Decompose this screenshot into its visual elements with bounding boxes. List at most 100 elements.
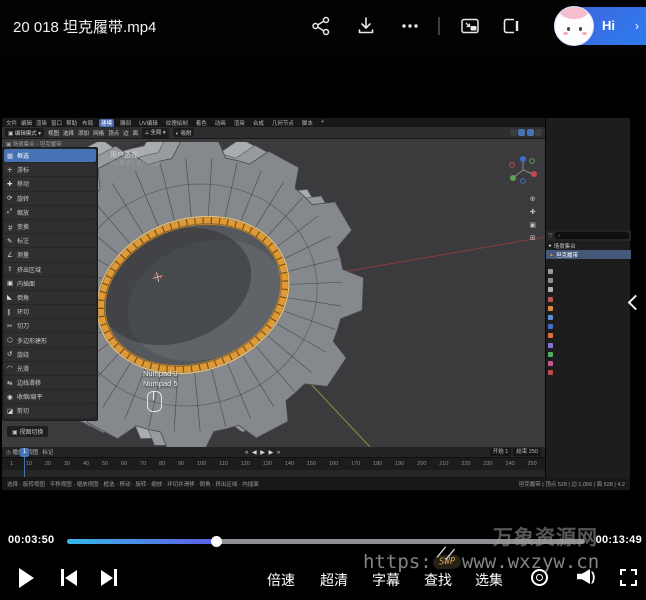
frame-tick-label: 230 <box>483 461 492 467</box>
share-icon[interactable] <box>310 15 332 37</box>
tool-item: ⟳ 旋转 <box>4 192 96 205</box>
subtitles-button[interactable]: 字幕 <box>372 570 400 590</box>
speed-button[interactable]: 倍速 <box>267 570 295 590</box>
player-controls: 倍速 超清 字幕 查找 选集 ) <box>0 558 646 600</box>
camera-view-icon: ▣ <box>529 221 536 229</box>
total-time: 00:13:49 <box>596 534 642 546</box>
mini-window-icon[interactable] <box>459 15 481 37</box>
outliner-collection-row: ▸ 场景集合 <box>546 241 631 250</box>
tool-item: ◉ 收缩/扁平 <box>4 390 96 403</box>
blender-left-column: ▣ 编辑模式 ▾ 视图选择添加网格顶点边面 ⟂ 全局 ▾ ◐ 吸附 <box>2 127 545 478</box>
speaker-wave: ) <box>591 569 595 584</box>
tool-label: 内插面 <box>17 279 35 288</box>
statusbar-stats: 坦克履带 | 顶点 528 | 边 1,056 | 面 528 | 4.2 <box>519 480 625 488</box>
tool-item: ↺ 旋绕 <box>4 348 96 361</box>
tool-label: 挤出区域 <box>17 265 41 274</box>
timeline-editor: ◷ 播放视图标记 « ◀ ▶ ▶ » 开始 1 结束 250 110203040… <box>2 447 545 477</box>
tool-icon: ▣ <box>7 279 14 287</box>
frame-tick-label: 10 <box>26 461 32 467</box>
view-perspective-label: 用户透视 (1) 集合 | 坦克履带 <box>110 151 160 169</box>
property-tab-icon <box>548 269 553 274</box>
viewport-menu-item: 添加 <box>78 129 89 137</box>
viewport-menu-item: 顶点 <box>108 129 119 137</box>
blender-right-panel: ▽ ⌕ ▸ 场景集合 ▲ 坦克履带 <box>545 118 630 490</box>
avatar[interactable] <box>554 6 594 46</box>
download-icon[interactable] <box>355 15 377 37</box>
next-button[interactable] <box>101 569 117 586</box>
frame-tick-label: 250 <box>527 461 536 467</box>
property-tab-icon <box>548 324 553 329</box>
tool-icon: ∥ <box>7 308 14 316</box>
tool-icon: ◠ <box>7 364 14 372</box>
tool-icon: ⬡ <box>7 336 14 344</box>
loop-record-icon[interactable] <box>531 569 548 586</box>
frame-tick-label: 40 <box>83 461 89 467</box>
episode-drawer-toggle[interactable] <box>628 295 644 311</box>
tool-icon: ✚ <box>7 180 14 188</box>
timeline-menus: ◷ 播放视图标记 <box>6 448 53 456</box>
more-options-icon[interactable] <box>399 15 421 37</box>
outliner-search-input: ⌕ <box>555 232 629 239</box>
player-top-bar: 20 018 坦克履带.mp4 <box>0 0 646 55</box>
tool-label: 旋绕 <box>17 350 29 359</box>
frame-tick-label: 240 <box>505 461 514 467</box>
tool-item: ✎ 标注 <box>4 234 96 247</box>
property-tab-icon <box>548 287 553 292</box>
tool-label: 环切 <box>17 307 29 316</box>
tool-label: 光滑 <box>17 364 29 373</box>
avatar-hood <box>559 6 589 19</box>
frame-tick-label: 120 <box>241 461 250 467</box>
tool-label: 变换 <box>17 222 29 231</box>
tool-icon: ∠ <box>7 251 14 259</box>
play-button[interactable] <box>19 568 34 588</box>
tool-item: ∠ 测量 <box>4 248 96 261</box>
tool-icon: ⇧ <box>7 265 14 273</box>
viewport-menus: 视图选择添加网格顶点边面 <box>48 129 138 137</box>
pan-icon: ✚ <box>529 208 536 216</box>
episodes-button[interactable]: 选集 <box>475 570 503 590</box>
find-button[interactable]: 查找 <box>424 570 452 590</box>
pivot-dropdown: ⟂ 全局 ▾ <box>142 128 169 138</box>
side-dock-icon[interactable] <box>500 15 522 37</box>
tool-icon: ▦ <box>7 152 14 160</box>
previous-button[interactable] <box>61 569 77 586</box>
tool-label: 缩放 <box>17 208 29 217</box>
viewport-menu-item: 视图 <box>48 129 59 137</box>
workspace-tab: 合成 <box>251 119 266 127</box>
workspace-tab: 纹理绘制 <box>164 119 190 127</box>
tool-label: 旋转 <box>17 194 29 203</box>
workspace-tab: 建模 <box>99 119 114 127</box>
frame-tick-label: 220 <box>461 461 470 467</box>
property-tab-icon <box>548 278 553 283</box>
avatar-blush <box>582 32 587 35</box>
frame-tick-label: 200 <box>417 461 426 467</box>
volume-button[interactable]: ) <box>577 569 595 584</box>
tool-icon: ◉ <box>7 393 14 401</box>
tool-item: ✚ 移动 <box>4 177 96 190</box>
fullscreen-button[interactable] <box>620 569 637 586</box>
quality-button[interactable]: 超清 <box>320 570 348 590</box>
viewport-menu-item: 边 <box>123 129 129 137</box>
workspace-tab: + <box>319 119 326 127</box>
tool-icon: ＃ <box>7 222 14 232</box>
property-tab-icon <box>548 297 553 302</box>
blender-menu-item: 帮助 <box>66 119 77 127</box>
outliner-panel: ▽ ⌕ ▸ 场景集合 ▲ 坦克履带 <box>546 230 631 259</box>
tool-item: ✛ 游标 <box>4 163 96 176</box>
timeline-header: ◷ 播放视图标记 « ◀ ▶ ▶ » 开始 1 结束 250 <box>2 447 545 457</box>
fs-corner <box>620 569 626 575</box>
timeline-ruler: 1102030405060708090100110120130140150160… <box>2 457 545 470</box>
progress-thumb[interactable] <box>211 536 222 547</box>
account-pill[interactable]: Hi › <box>554 7 646 45</box>
tool-icon: ⇆ <box>7 379 14 387</box>
frame-tick-label: 60 <box>121 461 127 467</box>
frame-tick-label: 90 <box>178 461 184 467</box>
video-surface[interactable]: 文件编辑渲染窗口帮助 布局建模雕刻UV编辑纹理绘制着色动画渲染合成几何节点脚本+… <box>0 55 646 531</box>
progress-bar[interactable] <box>67 539 585 544</box>
tool-icon: ✎ <box>7 237 14 245</box>
tool-label: 收缩/扁平 <box>17 392 43 401</box>
tool-label: 多边形建形 <box>17 336 47 345</box>
statusbar-hints: 选择 · 旋转视图 · 平移视图 · 缩放视图 · 框选 · 移动 · 旋转 ·… <box>7 480 259 488</box>
current-frame-badge: 1 <box>20 448 29 457</box>
tool-label: 切刀 <box>17 321 29 330</box>
